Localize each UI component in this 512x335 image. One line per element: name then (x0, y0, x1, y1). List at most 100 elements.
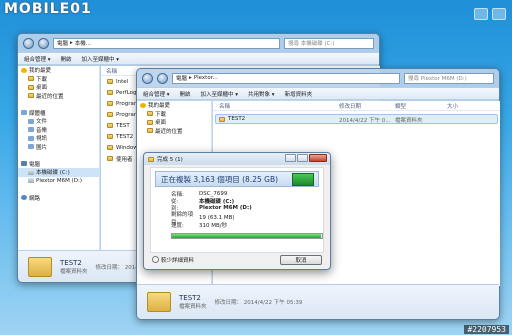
include-library-button[interactable]: 加入至媒櫃中 ▾ (82, 55, 120, 63)
sidebar-item-13[interactable]: Plextor M6M (D:) (18, 177, 99, 186)
folder-icon (107, 145, 113, 150)
front-window-toolbar: 組合管理 ▾ 開啟 加入至媒櫃中 ▾ 共用對象 ▾ 新增資料夾 (137, 87, 499, 100)
folder-icon (28, 84, 34, 90)
search-input[interactable]: 搜尋 本機磁碟 (C:) (284, 37, 374, 49)
progress-indicator-icon (292, 173, 314, 186)
sidebar-item-label: 下載 (36, 76, 48, 83)
sidebar-item-3[interactable]: 最近的位置 (18, 92, 99, 101)
less-details-button[interactable]: 較少詳細資料 (152, 256, 194, 264)
folder-icon (28, 93, 34, 99)
maximize-button[interactable] (297, 154, 308, 162)
folder-icon (219, 117, 225, 122)
open-button[interactable]: 開啟 (61, 55, 72, 63)
pc-icon (21, 161, 27, 167)
back-button[interactable] (23, 37, 34, 49)
back-window-toolbar: 組合管理 ▾ 開啟 加入至媒櫃中 ▾ (18, 52, 379, 65)
sidebar-item-label: 視訊 (36, 136, 48, 143)
copy-icon (148, 156, 154, 162)
folder-icon (28, 76, 34, 82)
file-name: TEST (116, 122, 130, 129)
folder-icon (147, 119, 153, 125)
forward-button[interactable] (38, 37, 49, 49)
details-pane: TEST2 檔案資料夾 修改日期： 2014/4/22 下午 05:39 (137, 284, 499, 319)
lib-icon (28, 118, 34, 124)
sidebar-item-label: 文件 (36, 119, 48, 126)
folder-icon (147, 128, 153, 134)
sidebar-item-11[interactable]: 電腦 (18, 160, 99, 169)
sidebar-item-15[interactable]: 網路 (18, 194, 99, 203)
copy-progress-dialog[interactable]: 完成 5 (1) 正在複製 3,163 個項目 (8.25 GB) 名稱: DSC… (143, 152, 331, 270)
maximize-icon (492, 8, 506, 20)
sidebar-item-label: 媒體櫃 (29, 110, 46, 117)
back-button[interactable] (142, 72, 153, 84)
speed-row: 速度: 310 MB/秒 (171, 222, 228, 229)
back-window-titlebar: 電腦 ▸ 本機... 搜尋 本機磁碟 (C:) (18, 34, 379, 52)
navigation-pane: 我的最愛 下載桌面 最近的位置媒體櫃文件 音樂視訊 圖片電腦本機磁碟 (C:) Plext… (18, 66, 100, 251)
sidebar-item-label: 下載 (155, 111, 167, 118)
forward-button[interactable] (157, 72, 168, 84)
sidebar-item-label: 電腦 (29, 161, 41, 168)
organize-button[interactable]: 組合管理 ▾ (143, 90, 170, 98)
sidebar-item-label: Plextor M6M (D:) (36, 177, 83, 184)
address-bar[interactable]: 電腦 ▸ 本機... (53, 37, 280, 49)
star-icon (140, 102, 146, 108)
folder-icon (147, 292, 171, 312)
organize-button[interactable]: 組合管理 ▾ (24, 55, 51, 63)
sidebar-item-label: 桌面 (36, 85, 48, 92)
close-button[interactable] (309, 154, 327, 162)
column-date-header[interactable]: 修改日期 (339, 102, 361, 110)
folder-icon (107, 90, 113, 95)
sidebar-item-7[interactable]: 音樂 (18, 126, 99, 135)
dialog-body: 正在複製 3,163 個項目 (8.25 GB) 名稱: DSC_7699 從: 本… (150, 167, 324, 253)
file-name: 使用者 (116, 156, 133, 163)
cancel-button[interactable]: 取消 (280, 254, 322, 265)
include-library-button[interactable]: 加入至媒櫃中 ▾ (201, 90, 239, 98)
minimize-button[interactable] (285, 154, 296, 162)
front-window-titlebar: 電腦 ▸ Plextor... 搜尋 Plextor M6M (D:) (137, 69, 499, 87)
share-with-button[interactable]: 共用對象 ▾ (248, 90, 275, 98)
address-bar[interactable]: 電腦 ▸ Plextor... (172, 72, 400, 84)
sidebar-item-12[interactable]: 本機磁碟 (C:) (18, 168, 99, 177)
sidebar-item-label: 網路 (29, 195, 41, 202)
search-input[interactable]: 搜尋 Plextor M6M (D:) (404, 72, 494, 84)
sidebar-item-1[interactable]: 下載 (18, 75, 99, 84)
table-row[interactable]: TEST2 2014/4/22 下午 0... 檔案資料夾 (215, 114, 498, 124)
column-headers: 名稱 修改日期 類型 大小 (213, 101, 500, 111)
column-name-header[interactable]: 名稱 (219, 102, 230, 110)
sidebar-item-9[interactable]: 圖片 (18, 143, 99, 152)
sidebar-item-5[interactable]: 媒體櫃 (18, 109, 99, 118)
folder-icon (28, 256, 52, 277)
chevron-up-icon (152, 256, 159, 263)
minimize-icon (474, 8, 488, 20)
file-name: Intel (116, 78, 129, 85)
sidebar-item-8[interactable]: 視訊 (18, 134, 99, 143)
sidebar-item-label: 我的最愛 (148, 103, 171, 110)
sidebar-item-0[interactable]: 我的最愛 (137, 101, 211, 110)
sidebar-item-label: 音樂 (36, 127, 48, 134)
column-type-header[interactable]: 類型 (395, 102, 406, 110)
net-icon (21, 195, 27, 201)
sidebar-item-label: 桌面 (155, 120, 167, 127)
sidebar-item-6[interactable]: 文件 (18, 117, 99, 126)
sidebar-item-2[interactable]: 桌面 (18, 83, 99, 92)
file-name: TEST2 (116, 133, 134, 140)
folder-icon (147, 111, 153, 117)
progress-bar (171, 233, 323, 239)
column-size-header[interactable]: 大小 (447, 102, 458, 110)
sidebar-item-label: 最近的位置 (155, 128, 183, 135)
folder-icon (107, 101, 113, 106)
sidebar-item-label: 最近的位置 (36, 93, 64, 100)
folder-icon (107, 79, 113, 84)
site-logo: MOBILE01 (4, 1, 92, 17)
sidebar-item-1[interactable]: 下載 (137, 110, 211, 119)
sidebar-item-2[interactable]: 桌面 (137, 118, 211, 127)
lib-icon (21, 110, 27, 116)
sidebar-item-label: 本機磁碟 (C:) (36, 170, 70, 177)
sidebar-item-3[interactable]: 最近的位置 (137, 127, 211, 136)
new-folder-button[interactable]: 新增資料夾 (285, 90, 313, 98)
dialog-titlebar: 完成 5 (1) (144, 153, 330, 165)
open-button[interactable]: 開啟 (180, 90, 191, 98)
sidebar-item-0[interactable]: 我的最愛 (18, 66, 99, 75)
